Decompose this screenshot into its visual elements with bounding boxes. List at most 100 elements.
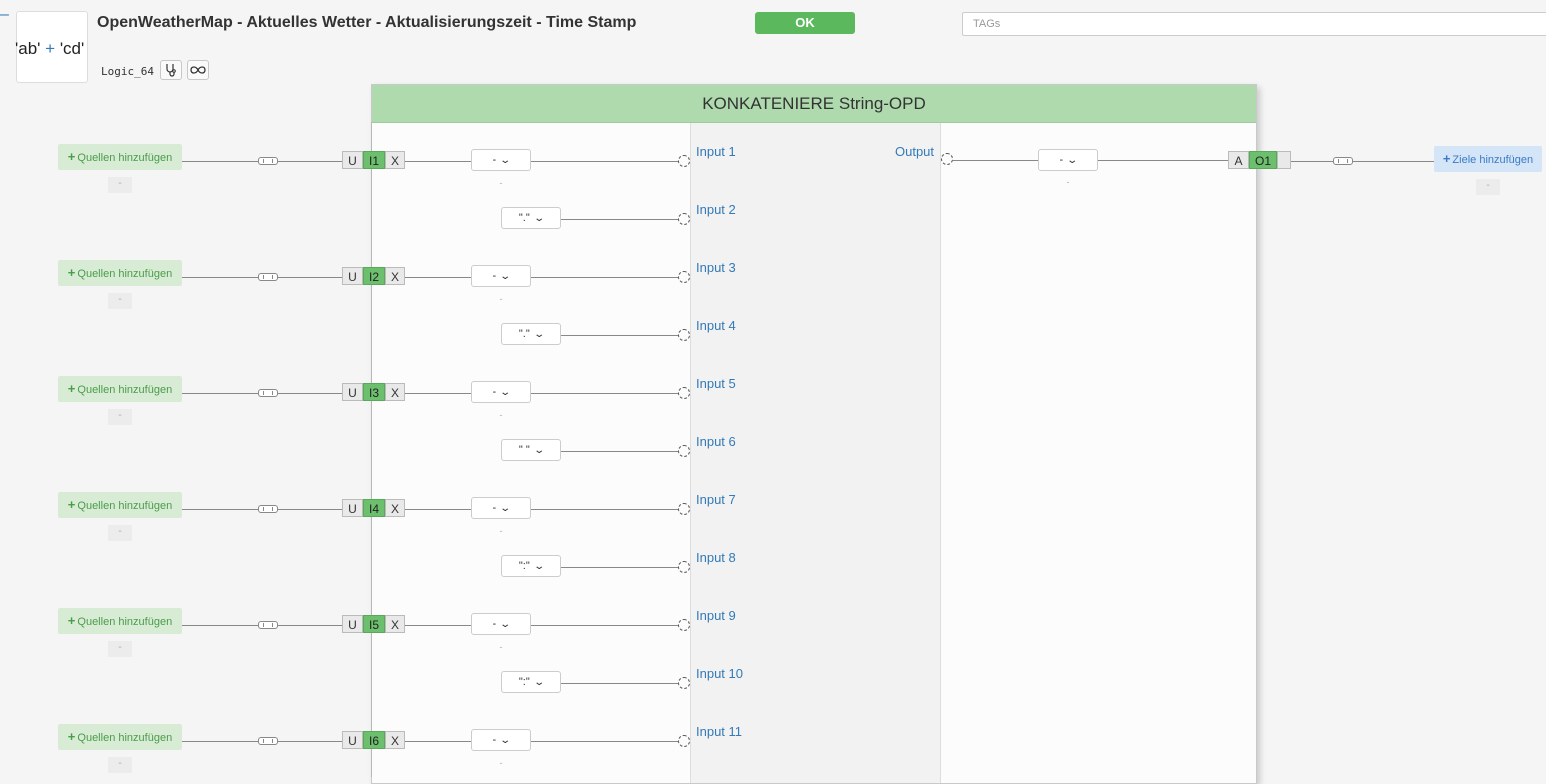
constant-value: "." (518, 212, 530, 224)
link-line (531, 161, 678, 162)
input-pin[interactable] (678, 503, 690, 515)
port-remove[interactable]: X (385, 151, 405, 169)
port-remove[interactable]: X (385, 731, 405, 749)
input-label: Input 10 (696, 666, 743, 681)
link-line (278, 393, 342, 394)
input-port[interactable]: U I2 X (342, 267, 405, 285)
input-pin[interactable] (678, 445, 690, 457)
constant-select[interactable]: "." ⌄ (501, 323, 561, 345)
output-port-end (1277, 151, 1291, 169)
add-source-button[interactable]: + Quellen hinzufügen (58, 260, 182, 286)
link-line (278, 741, 342, 742)
input-label: Input 7 (696, 492, 736, 507)
input-pin[interactable] (678, 561, 690, 573)
source-hint: - (108, 525, 132, 541)
ok-button[interactable]: OK (755, 12, 855, 34)
logo-left: 'ab' (15, 39, 41, 58)
diagnose-button[interactable] (160, 60, 182, 80)
constant-select[interactable]: "." ⌄ (501, 207, 561, 229)
input-port[interactable]: U I1 X (342, 151, 405, 169)
input-function-select[interactable]: - ⌄ (471, 381, 531, 403)
output-port[interactable]: A O1 (1228, 151, 1291, 169)
link-line (405, 161, 471, 162)
source-hint: - (108, 641, 132, 657)
port-update-toggle[interactable]: U (342, 383, 363, 401)
port-id[interactable]: I1 (363, 151, 385, 169)
input-function-select[interactable]: - ⌄ (471, 265, 531, 287)
input-function-select[interactable]: - ⌄ (471, 149, 531, 171)
collapse-toggle[interactable]: – (0, 7, 12, 23)
input-function-select[interactable]: - ⌄ (471, 497, 531, 519)
port-update-toggle[interactable]: U (342, 731, 363, 749)
add-source-label: Quellen hinzufügen (77, 384, 173, 396)
input-pin[interactable] (678, 271, 690, 283)
add-source-button[interactable]: + Quellen hinzufügen (58, 608, 182, 634)
output-pin[interactable] (941, 153, 953, 165)
guide-line (371, 122, 372, 777)
logo-operator: + (45, 39, 56, 58)
link-line (561, 567, 678, 568)
constant-select[interactable]: ":" ⌄ (501, 555, 561, 577)
port-remove[interactable]: X (385, 615, 405, 633)
link-line (561, 219, 678, 220)
select-hint: - (499, 410, 503, 420)
port-update-toggle[interactable]: U (342, 499, 363, 517)
input-port[interactable]: U I4 X (342, 499, 405, 517)
chevron-down-icon: ⌄ (499, 735, 512, 746)
chevron-down-icon: ⌄ (499, 503, 512, 514)
port-id[interactable]: I4 (363, 499, 385, 517)
output-label: Output (895, 144, 935, 159)
source-hint: - (108, 409, 132, 425)
port-remove[interactable]: X (385, 499, 405, 517)
plus-icon: + (67, 613, 76, 628)
plus-icon: + (1442, 151, 1451, 166)
link-line (182, 625, 258, 626)
input-pin[interactable] (678, 677, 690, 689)
link-line (531, 625, 678, 626)
add-source-button[interactable]: + Quellen hinzufügen (58, 144, 182, 170)
loop-button[interactable] (187, 60, 209, 80)
add-source-button[interactable]: + Quellen hinzufügen (58, 376, 182, 402)
port-id[interactable]: I5 (363, 615, 385, 633)
link-line (531, 277, 678, 278)
output-select[interactable]: - ⌄ (1038, 149, 1098, 171)
input-function-select[interactable]: - ⌄ (471, 729, 531, 751)
constant-select[interactable]: ":" ⌄ (501, 671, 561, 693)
add-target-button[interactable]: + Ziele hinzufügen (1434, 146, 1542, 172)
port-update-toggle[interactable]: U (342, 267, 363, 285)
output-port-type[interactable]: A (1228, 151, 1249, 169)
input-pin[interactable] (678, 735, 690, 747)
input-function-select[interactable]: - ⌄ (471, 613, 531, 635)
port-update-toggle[interactable]: U (342, 615, 363, 633)
constant-value: ":" (518, 560, 530, 572)
output-select-hint: - (1066, 177, 1070, 187)
input-pin[interactable] (678, 213, 690, 225)
input-port[interactable]: U I3 X (342, 383, 405, 401)
add-source-button[interactable]: + Quellen hinzufügen (58, 492, 182, 518)
input-pin[interactable] (678, 155, 690, 167)
connector-icon (1333, 157, 1353, 165)
source-hint: - (108, 293, 132, 309)
link-line (1353, 161, 1434, 162)
input-port[interactable]: U I6 X (342, 731, 405, 749)
output-select-value: - (1059, 154, 1064, 166)
tags-input[interactable] (962, 12, 1546, 36)
port-id[interactable]: I6 (363, 731, 385, 749)
link-line (182, 393, 258, 394)
input-label: Input 9 (696, 608, 736, 623)
add-source-button[interactable]: + Quellen hinzufügen (58, 724, 182, 750)
link-line (278, 277, 342, 278)
input-pin[interactable] (678, 329, 690, 341)
input-port[interactable]: U I5 X (342, 615, 405, 633)
constant-select[interactable]: " " ⌄ (501, 439, 561, 461)
input-pin[interactable] (678, 387, 690, 399)
port-id[interactable]: I2 (363, 267, 385, 285)
chevron-down-icon: ⌄ (533, 677, 545, 688)
port-id[interactable]: I3 (363, 383, 385, 401)
block-input-panel (690, 123, 941, 783)
port-remove[interactable]: X (385, 267, 405, 285)
output-port-id[interactable]: O1 (1249, 151, 1277, 169)
port-remove[interactable]: X (385, 383, 405, 401)
port-update-toggle[interactable]: U (342, 151, 363, 169)
input-pin[interactable] (678, 619, 690, 631)
